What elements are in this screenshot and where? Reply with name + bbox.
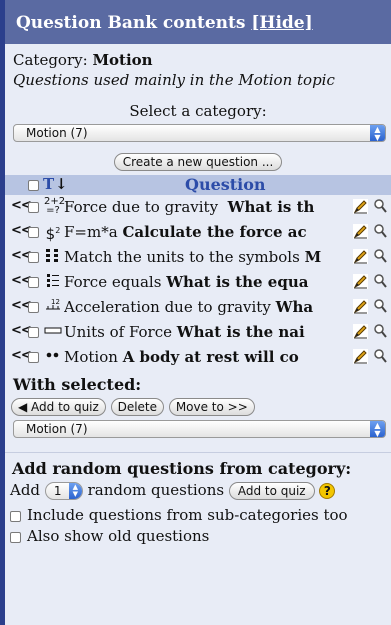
- edit-icon[interactable]: [353, 274, 368, 289]
- move-to-button[interactable]: Move to >>: [168, 398, 255, 416]
- help-icon[interactable]: ?: [319, 483, 336, 499]
- select-arrows-icon: ▲ ▼: [370, 421, 385, 438]
- preview-icon[interactable]: [373, 348, 387, 364]
- table-row: << 2+2 =? Force due to gravity What is th: [5, 195, 391, 220]
- question-text: What is th: [227, 198, 315, 216]
- svg-text:12: 12: [51, 298, 60, 306]
- question-name: Match the units to the symbols: [64, 248, 300, 266]
- random-suffix: random questions: [87, 481, 225, 499]
- select-all-checkbox[interactable]: [28, 180, 39, 191]
- category-info: Category: Motion Questions used mainly i…: [5, 44, 391, 90]
- preview-icon[interactable]: [373, 273, 387, 289]
- add-prefix: Add: [10, 481, 41, 499]
- add-random-to-quiz-button[interactable]: Add to quiz: [228, 482, 315, 500]
- question-text: M: [304, 248, 322, 266]
- category-select-value: Motion (7): [26, 126, 88, 140]
- preview-icon[interactable]: [373, 248, 387, 264]
- random-count-select[interactable]: 1 ▲ ▼: [44, 482, 83, 500]
- edit-icon[interactable]: [353, 224, 368, 239]
- table-row: << Units of Force What is the nai: [5, 320, 391, 345]
- include-subcategories-label: Include questions from sub-categories to…: [27, 506, 348, 524]
- category-select[interactable]: Motion (7) ▲ ▼: [13, 124, 386, 142]
- create-question-button[interactable]: Create a new question ...: [113, 153, 283, 171]
- question-name: Acceleration due to gravity: [64, 298, 271, 316]
- preview-icon[interactable]: [373, 223, 387, 239]
- question-text: What is the equa: [166, 273, 309, 291]
- question-text: What is the nai: [176, 323, 305, 341]
- move-category-select[interactable]: Motion (7) ▲ ▼: [13, 420, 386, 438]
- matching-icon: [44, 247, 62, 265]
- with-selected-actions: ◀ Add to quiz Delete Move to >>: [11, 397, 391, 416]
- question-name: F=m*a: [64, 223, 118, 241]
- question-text: A body at rest will co: [122, 348, 299, 366]
- divider: [5, 452, 391, 453]
- table-row: << Force equals What is the equa: [5, 270, 391, 295]
- question-bank-panel: Question Bank contents [Hide] Category: …: [0, 0, 391, 625]
- show-old-checkbox[interactable]: [10, 531, 21, 543]
- with-selected-label: With selected:: [13, 375, 142, 394]
- category-description: Questions used mainly in the Motion topi…: [13, 71, 335, 89]
- edit-icon[interactable]: [353, 324, 368, 339]
- edit-icon[interactable]: [353, 349, 368, 364]
- table-header: T ↓ Question: [5, 175, 391, 195]
- show-old-option[interactable]: Also show old questions: [10, 527, 391, 545]
- sort-down-icon[interactable]: ↓: [55, 175, 68, 193]
- select-arrows-icon: ▲ ▼: [68, 483, 82, 499]
- show-old-label: Also show old questions: [27, 527, 210, 545]
- formula-icon: $2: [45, 225, 61, 243]
- edit-icon[interactable]: [353, 299, 368, 314]
- row-checkbox[interactable]: [28, 352, 39, 363]
- col-question-header[interactable]: Question: [185, 175, 266, 194]
- question-text: Wha: [275, 298, 314, 316]
- table-row: << 12 Acceleration due to gravity Wha: [5, 295, 391, 320]
- select-arrows-icon: ▲ ▼: [370, 125, 385, 142]
- truefalse-icon: [44, 347, 62, 365]
- question-list: << 2+2 =? Force due to gravity What is th…: [5, 195, 391, 370]
- row-checkbox[interactable]: [28, 327, 39, 338]
- panel-title: Question Bank contents: [16, 13, 246, 33]
- question-name: Force equals: [64, 273, 162, 291]
- question-text: Calculate the force ac: [122, 223, 307, 241]
- random-count-value: 1: [53, 484, 62, 498]
- select-category-label: Select a category:: [129, 102, 267, 120]
- question-name: Force due to gravity: [64, 198, 219, 216]
- table-row: << Match the units to the symbols M: [5, 245, 391, 270]
- panel-header: Question Bank contents [Hide]: [5, 0, 391, 44]
- row-checkbox[interactable]: [28, 302, 39, 313]
- row-checkbox[interactable]: [28, 252, 39, 263]
- preview-icon[interactable]: [373, 298, 387, 314]
- include-subcategories-checkbox[interactable]: [10, 510, 21, 522]
- move-category-value: Motion (7): [26, 422, 88, 436]
- multichoice-icon: [44, 272, 62, 290]
- table-row: << $2 F=m*a Calculate the force ac: [5, 220, 391, 245]
- add-to-quiz-button[interactable]: ◀ Add to quiz: [11, 398, 106, 416]
- category-label: Category:: [13, 51, 88, 69]
- col-type-header[interactable]: T: [43, 175, 54, 193]
- category-name: Motion: [92, 51, 153, 69]
- shortanswer-icon: [44, 322, 62, 340]
- include-subcategories-option[interactable]: Include questions from sub-categories to…: [10, 506, 391, 524]
- question-name: Units of Force: [64, 323, 173, 341]
- question-name: Motion: [64, 348, 118, 366]
- hide-link[interactable]: [Hide]: [251, 13, 312, 33]
- edit-icon[interactable]: [353, 249, 368, 264]
- row-checkbox[interactable]: [28, 227, 39, 238]
- row-checkbox[interactable]: [28, 277, 39, 288]
- preview-icon[interactable]: [373, 323, 387, 339]
- random-questions-row: Add 1 ▲ ▼ random questions Add to quiz ?: [10, 481, 391, 503]
- random-questions-label: Add random questions from category:: [12, 459, 352, 478]
- delete-button[interactable]: Delete: [110, 398, 165, 416]
- edit-icon[interactable]: [353, 199, 368, 214]
- table-row: << Motion A body at rest will co: [5, 345, 391, 370]
- preview-icon[interactable]: [373, 198, 387, 214]
- row-checkbox[interactable]: [28, 202, 39, 213]
- numerical-icon: 12: [44, 297, 62, 315]
- calculated-icon: 2+2 =?: [44, 196, 66, 216]
